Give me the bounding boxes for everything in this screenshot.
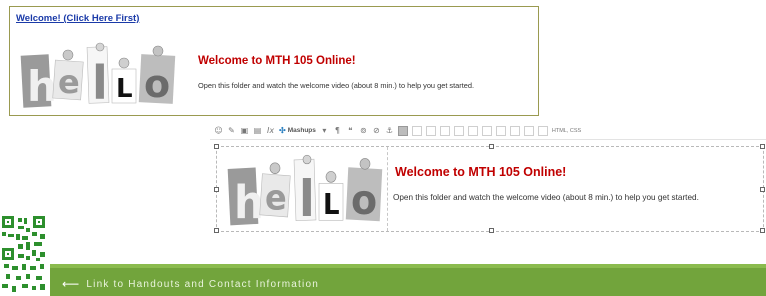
editor-description[interactable]: Open this folder and watch the welcome v… (393, 193, 699, 202)
format-painter-icon[interactable]: ✎ (227, 125, 236, 137)
smiley-icon[interactable]: ☺ (214, 125, 223, 137)
hello-letter-l: l (293, 158, 317, 228)
svg-text:L: L (323, 189, 340, 221)
hello-letter-e: e (259, 173, 291, 218)
hello-image: h e l L o (20, 42, 176, 111)
arrow-left-icon: ⟵ (62, 277, 81, 291)
svg-text:e: e (58, 63, 80, 101)
svg-text:e: e (265, 177, 287, 218)
editor-title[interactable]: Welcome to MTH 105 Online! (395, 165, 566, 179)
paragraph-icon[interactable]: ¶ (333, 125, 342, 137)
table-row-above-icon[interactable] (411, 125, 422, 136)
svg-text:h: h (27, 62, 57, 111)
footer-bar: ⟵ Link to Handouts and Contact Informati… (50, 264, 766, 296)
hello-letter-o: o (345, 167, 383, 224)
clear-format-icon[interactable]: Ix (266, 125, 275, 137)
editor-toolbar: ☺ ✎ ▣ ▤ Ix ✣ Mashups ▾ ¶ ❝ ⊚ ⊘ ⚓ HTML, C… (210, 122, 766, 140)
cell-props-icon[interactable] (537, 125, 548, 136)
hello-letter-L: L (111, 68, 137, 104)
hello-letter-h: h (20, 54, 57, 111)
svg-text:l: l (92, 56, 108, 110)
mashups-button[interactable]: ✣ Mashups (279, 125, 316, 137)
handouts-link-label: Link to Handouts and Contact Information (86, 278, 319, 290)
resize-handle-bottom-right[interactable] (760, 228, 765, 233)
resize-handle-bottom-left[interactable] (214, 228, 219, 233)
resize-handle-top-right[interactable] (760, 144, 765, 149)
rich-text-editor: ☺ ✎ ▣ ▤ Ix ✣ Mashups ▾ ¶ ❝ ⊚ ⊘ ⚓ HTML, C… (210, 122, 766, 240)
unlink-icon[interactable]: ⊘ (372, 125, 381, 137)
svg-text:o: o (351, 176, 377, 224)
table-props-icon[interactable] (523, 125, 534, 136)
table-delete-col-icon[interactable] (481, 125, 492, 136)
resize-handle-top-left[interactable] (214, 144, 219, 149)
quote-icon[interactable]: ❝ (346, 125, 355, 137)
table-col-left-icon[interactable] (453, 125, 464, 136)
editable-table[interactable]: h e l L o Welcome to MTH 105 Online! Ope… (214, 144, 765, 233)
hello-letter-l: l (86, 46, 110, 110)
svg-text:l: l (299, 170, 315, 228)
table-icon[interactable] (397, 125, 408, 136)
resize-handle-middle-left[interactable] (214, 187, 219, 192)
table-row-below-icon[interactable] (425, 125, 436, 136)
hello-letter-o: o (138, 54, 176, 106)
anchor-icon[interactable]: ⚓ (385, 125, 394, 137)
table-cell-divider (387, 147, 388, 231)
resize-handle-bottom-center[interactable] (489, 228, 494, 233)
hello-letter-e: e (52, 59, 84, 101)
qr-code-icon (0, 212, 49, 296)
media-icon[interactable]: ▤ (253, 125, 262, 137)
preview-card: Welcome! (Click Here First) h e l L o We… (9, 6, 539, 116)
resize-handle-middle-right[interactable] (760, 187, 765, 192)
table-col-right-icon[interactable] (467, 125, 478, 136)
card-title: Welcome to MTH 105 Online! (198, 55, 356, 67)
hello-letter-L: L (318, 183, 344, 221)
mashups-dropdown-icon[interactable]: ▾ (320, 125, 329, 137)
handouts-contact-link[interactable]: ⟵ Link to Handouts and Contact Informati… (62, 277, 319, 291)
hello-letter-h: h (227, 167, 264, 229)
svg-text:h: h (234, 177, 264, 229)
image-icon[interactable]: ▣ (240, 125, 249, 137)
welcome-link[interactable]: Welcome! (Click Here First) (16, 13, 139, 24)
table-split-icon[interactable] (509, 125, 520, 136)
resize-handle-top-center[interactable] (489, 144, 494, 149)
html-css-button[interactable]: HTML, CSS (552, 125, 581, 137)
card-description: Open this folder and watch the welcome v… (198, 81, 475, 90)
svg-text:L: L (116, 74, 133, 104)
hello-image-editor[interactable]: h e l L o (227, 153, 387, 229)
table-delete-row-icon[interactable] (439, 125, 450, 136)
mashups-icon: ✣ (279, 126, 286, 135)
table-merge-icon[interactable] (495, 125, 506, 136)
link-icon[interactable]: ⊚ (359, 125, 368, 137)
svg-text:o: o (144, 62, 170, 106)
